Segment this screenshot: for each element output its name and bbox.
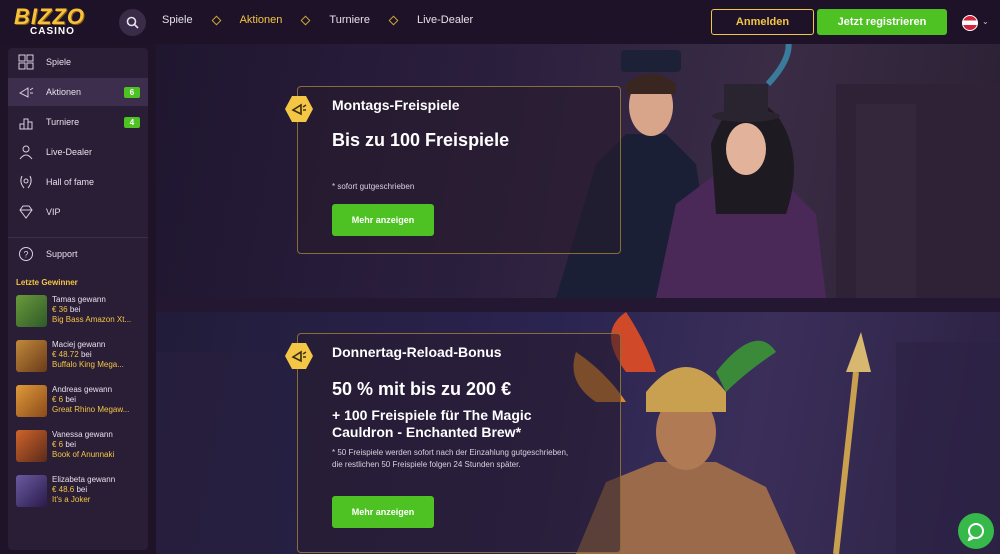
count-badge: 6 (124, 87, 140, 98)
game-thumbnail (16, 340, 47, 372)
diamond-icon (17, 203, 35, 221)
nav-separator-icon (211, 15, 222, 25)
game-thumbnail (16, 295, 47, 327)
more-button[interactable]: Mehr anzeigen (332, 496, 434, 528)
winner-game[interactable]: It's a Joker (52, 495, 90, 504)
chevron-down-icon[interactable]: ⌄ (982, 17, 989, 26)
winner-amount: € 6 bei (52, 440, 77, 449)
megaphone-badge-icon (285, 343, 313, 369)
promo-card: Donnertag-Reload-Bonus 50 % mit bis zu 2… (285, 333, 621, 553)
promo-title: Montags-Freispiele (332, 97, 460, 113)
dealer-icon (17, 143, 35, 161)
winner-game[interactable]: Big Bass Amazon Xt... (52, 315, 131, 324)
chat-icon (967, 523, 984, 541)
winner-name: Vanessa gewann (52, 430, 113, 439)
nav-turniere[interactable]: Turniere (329, 14, 370, 26)
nav-separator-icon (300, 15, 311, 25)
sidebar-item-label: Hall of fame (46, 177, 95, 187)
sidebar-item-aktionen[interactable]: Aktionen 6 (8, 78, 148, 106)
bizzo-casino-logo[interactable]: BIZZO CASINO (14, 4, 90, 38)
winner-name: Andreas gewann (52, 385, 113, 394)
count-badge: 4 (124, 117, 140, 128)
svg-text:?: ? (23, 250, 28, 260)
austria-flag-icon[interactable] (962, 15, 978, 31)
winner-item[interactable]: Vanessa gewann € 6 bei Book of Anunnaki (16, 430, 146, 464)
sidebar: Spiele Aktionen 6 Turniere 4 Live-Dealer… (8, 48, 148, 550)
nav-live-dealer[interactable]: Live-Dealer (417, 14, 473, 26)
winner-item[interactable]: Elizabeta gewann € 48.6 bei It's a Joker (16, 475, 146, 509)
sidebar-item-live-dealer[interactable]: Live-Dealer (8, 138, 148, 166)
winner-name: Tamas gewann (52, 295, 106, 304)
winners-heading: Letzte Gewinner (16, 278, 78, 287)
winner-item[interactable]: Andreas gewann € 6 bei Great Rhino Megaw… (16, 385, 146, 419)
sidebar-item-vip[interactable]: VIP (8, 198, 148, 226)
winner-game[interactable]: Book of Anunnaki (52, 450, 114, 459)
winner-amount: € 48.72 bei (52, 350, 92, 359)
nav-spiele[interactable]: Spiele (162, 14, 193, 26)
sidebar-item-turniere[interactable]: Turniere 4 (8, 108, 148, 136)
winner-amount: € 6 bei (52, 395, 77, 404)
promotions-main: Montags-Freispiele Bis zu 100 Freispiele… (156, 44, 1000, 554)
nav-separator-icon (388, 15, 399, 25)
promo-headline: Bis zu 100 Freispiele (332, 130, 510, 150)
sidebar-item-label: Support (46, 249, 78, 259)
promo-note: * sofort gutgeschrieben (332, 182, 415, 191)
sidebar-item-label: Spiele (46, 57, 72, 67)
login-button[interactable]: Anmelden (711, 9, 814, 35)
sidebar-item-label: VIP (46, 207, 61, 217)
sidebar-divider (8, 237, 148, 238)
promo-card: Montags-Freispiele Bis zu 100 Freispiele… (285, 86, 621, 254)
promo-note: * 50 Freispiele werden sofort nach der E… (332, 448, 569, 469)
game-thumbnail (16, 385, 47, 417)
winner-amount: € 48.6 bei (52, 485, 88, 494)
trophy-icon (17, 113, 35, 131)
winner-name: Elizabeta gewann (52, 475, 116, 484)
sidebar-item-label: Live-Dealer (46, 147, 93, 157)
winner-amount: € 36 bei (52, 305, 81, 314)
winner-name: Maciej gewann (52, 340, 106, 349)
help-icon: ? (17, 245, 35, 263)
live-chat-button[interactable] (958, 513, 994, 549)
laurel-icon (17, 173, 35, 191)
top-header: BIZZO CASINO Spiele Aktionen Turniere Li… (0, 0, 1000, 44)
promo-title: Donnertag-Reload-Bonus (332, 344, 502, 360)
promo-subline: + 100 Freispiele für The Magic Cauldron … (332, 407, 532, 440)
more-button[interactable]: Mehr anzeigen (332, 204, 434, 236)
winner-item[interactable]: Maciej gewann € 48.72 bei Buffalo King M… (16, 340, 146, 374)
sidebar-item-spiele[interactable]: Spiele (8, 48, 148, 76)
logo-text-bottom: CASINO (30, 26, 75, 37)
winner-item[interactable]: Tamas gewann € 36 bei Big Bass Amazon Xt… (16, 295, 146, 329)
search-icon (126, 16, 139, 29)
register-button[interactable]: Jetzt registrieren (817, 9, 947, 35)
sidebar-item-support[interactable]: ? Support (8, 240, 148, 268)
slots-icon (17, 53, 35, 71)
winner-game[interactable]: Great Rhino Megaw... (52, 405, 129, 414)
sidebar-item-label: Aktionen (46, 87, 82, 97)
megaphone-icon (17, 83, 35, 101)
search-button[interactable] (119, 9, 146, 36)
winner-game[interactable]: Buffalo King Mega... (52, 360, 124, 369)
sidebar-item-label: Turniere (46, 117, 80, 127)
game-thumbnail (16, 430, 47, 462)
main-nav: Spiele Aktionen Turniere Live-Dealer (162, 14, 473, 26)
game-thumbnail (16, 475, 47, 507)
promo-headline: 50 % mit bis zu 200 € (332, 379, 512, 399)
nav-aktionen[interactable]: Aktionen (240, 14, 283, 26)
megaphone-badge-icon (285, 96, 313, 122)
sidebar-item-hall-of-fame[interactable]: Hall of fame (8, 168, 148, 196)
